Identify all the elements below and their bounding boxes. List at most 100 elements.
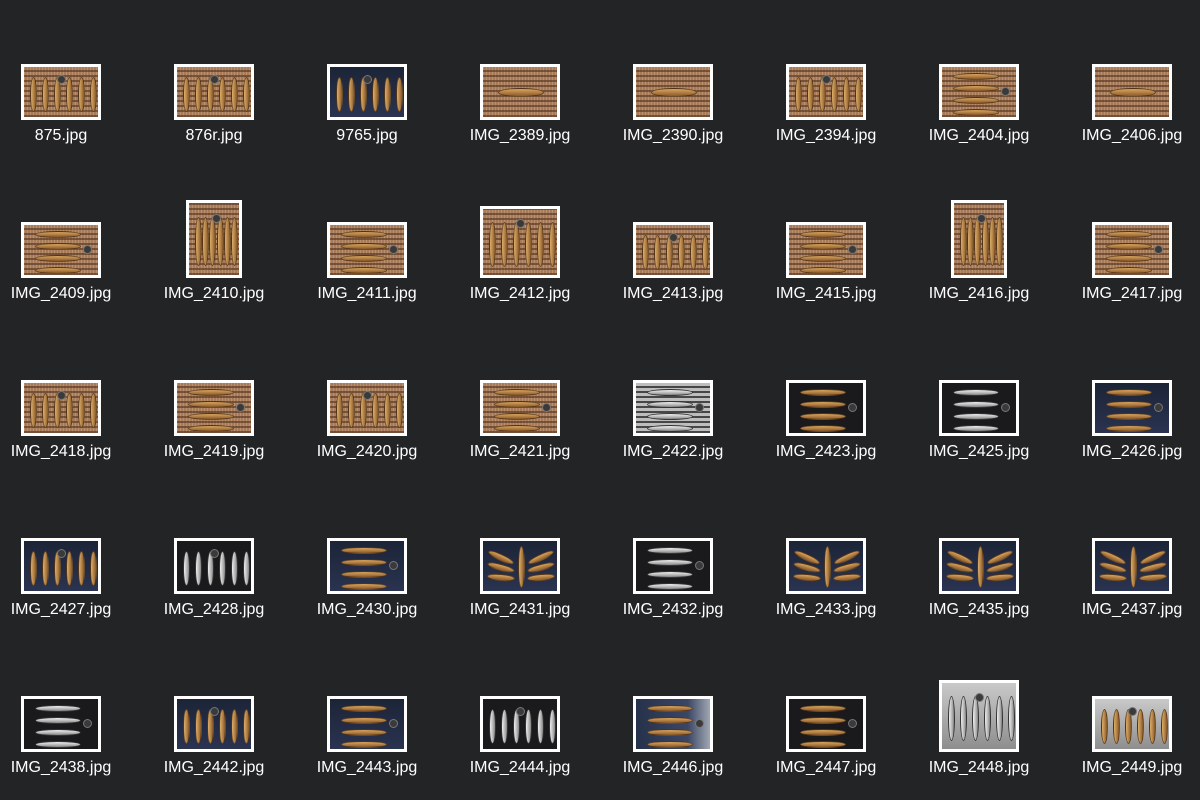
- file-item[interactable]: IMG_2442.jpg: [139, 696, 289, 800]
- file-item[interactable]: IMG_2446.jpg: [598, 696, 748, 800]
- file-item[interactable]: IMG_2420.jpg: [292, 380, 442, 506]
- image-thumbnail[interactable]: [327, 696, 407, 752]
- thumbnail-object: [341, 255, 388, 262]
- file-item[interactable]: IMG_2427.jpg: [0, 538, 136, 664]
- file-item[interactable]: IMG_2418.jpg: [0, 380, 136, 506]
- file-item[interactable]: IMG_2449.jpg: [1057, 696, 1200, 800]
- file-name-label: IMG_2446.jpg: [622, 759, 724, 776]
- file-item[interactable]: IMG_2444.jpg: [445, 696, 595, 800]
- thumbnail-object: [231, 77, 238, 112]
- file-name-label: 876r.jpg: [185, 127, 243, 144]
- thumbnail-object: [800, 705, 847, 712]
- file-item[interactable]: 9765.jpg: [292, 64, 442, 190]
- image-thumbnail[interactable]: [951, 200, 1007, 278]
- thumbnail-object: [57, 390, 67, 400]
- image-thumbnail[interactable]: [186, 200, 242, 278]
- image-thumbnail[interactable]: [327, 380, 407, 436]
- image-thumbnail[interactable]: [786, 222, 866, 278]
- image-thumbnail[interactable]: [786, 538, 866, 594]
- file-name-label: IMG_2409.jpg: [10, 285, 112, 302]
- thumbnail-object: [800, 425, 847, 432]
- file-item[interactable]: IMG_2409.jpg: [0, 222, 136, 348]
- file-item[interactable]: IMG_2426.jpg: [1057, 380, 1200, 506]
- image-thumbnail[interactable]: [939, 380, 1019, 436]
- file-item[interactable]: IMG_2437.jpg: [1057, 538, 1200, 664]
- file-item[interactable]: 875.jpg: [0, 64, 136, 190]
- image-thumbnail[interactable]: [174, 380, 254, 436]
- thumbnail-object: [669, 232, 679, 242]
- file-item[interactable]: IMG_2438.jpg: [0, 696, 136, 800]
- file-item[interactable]: IMG_2390.jpg: [598, 64, 748, 190]
- file-item[interactable]: IMG_2443.jpg: [292, 696, 442, 800]
- image-thumbnail[interactable]: [939, 680, 1019, 752]
- file-item[interactable]: IMG_2416.jpg: [904, 200, 1054, 348]
- file-item[interactable]: IMG_2431.jpg: [445, 538, 595, 664]
- file-item[interactable]: IMG_2410.jpg: [139, 200, 289, 348]
- image-thumbnail[interactable]: [786, 64, 866, 120]
- image-thumbnail[interactable]: [174, 696, 254, 752]
- file-item[interactable]: IMG_2415.jpg: [751, 222, 901, 348]
- thumbnail-object: [1101, 709, 1108, 744]
- image-thumbnail[interactable]: [633, 380, 713, 436]
- file-item[interactable]: IMG_2447.jpg: [751, 696, 901, 800]
- thumbnail-object: [974, 217, 982, 267]
- image-thumbnail[interactable]: [1092, 538, 1172, 594]
- file-item[interactable]: IMG_2422.jpg: [598, 380, 748, 506]
- file-item[interactable]: IMG_2448.jpg: [904, 680, 1054, 800]
- image-thumbnail[interactable]: [633, 64, 713, 120]
- image-thumbnail[interactable]: [480, 206, 560, 278]
- image-thumbnail[interactable]: [633, 222, 713, 278]
- image-thumbnail[interactable]: [1092, 380, 1172, 436]
- file-item[interactable]: IMG_2430.jpg: [292, 538, 442, 664]
- image-thumbnail[interactable]: [174, 64, 254, 120]
- thumbnail-object: [494, 389, 541, 396]
- image-thumbnail[interactable]: [786, 380, 866, 436]
- image-thumbnail[interactable]: [786, 696, 866, 752]
- file-item[interactable]: IMG_2421.jpg: [445, 380, 595, 506]
- image-thumbnail[interactable]: [21, 222, 101, 278]
- image-thumbnail[interactable]: [633, 696, 713, 752]
- file-item[interactable]: IMG_2404.jpg: [904, 64, 1054, 190]
- thumbnail-object: [976, 546, 984, 588]
- thumbnail-object: [516, 218, 526, 228]
- image-thumbnail[interactable]: [1092, 696, 1172, 752]
- file-item[interactable]: IMG_2412.jpg: [445, 206, 595, 348]
- image-thumbnail[interactable]: [480, 380, 560, 436]
- thumbnail-object: [35, 729, 82, 736]
- file-item[interactable]: IMG_2413.jpg: [598, 222, 748, 348]
- file-item[interactable]: IMG_2425.jpg: [904, 380, 1054, 506]
- file-item[interactable]: IMG_2411.jpg: [292, 222, 442, 348]
- image-thumbnail[interactable]: [21, 380, 101, 436]
- file-item[interactable]: IMG_2406.jpg: [1057, 64, 1200, 190]
- image-thumbnail[interactable]: [21, 538, 101, 594]
- file-item[interactable]: IMG_2394.jpg: [751, 64, 901, 190]
- file-name-label: 9765.jpg: [336, 127, 398, 144]
- file-item[interactable]: IMG_2435.jpg: [904, 538, 1054, 664]
- image-thumbnail[interactable]: [327, 222, 407, 278]
- thumbnail-object: [195, 551, 202, 586]
- image-thumbnail[interactable]: [480, 64, 560, 120]
- image-thumbnail[interactable]: [174, 538, 254, 594]
- file-item[interactable]: IMG_2417.jpg: [1057, 222, 1200, 348]
- image-thumbnail[interactable]: [327, 64, 407, 120]
- image-thumbnail[interactable]: [1092, 64, 1172, 120]
- file-item[interactable]: IMG_2423.jpg: [751, 380, 901, 506]
- thumbnail-object: [981, 217, 989, 267]
- thumbnail-object: [795, 77, 802, 112]
- file-item[interactable]: 876r.jpg: [139, 64, 289, 190]
- image-thumbnail[interactable]: [480, 538, 560, 594]
- image-thumbnail[interactable]: [939, 64, 1019, 120]
- image-thumbnail[interactable]: [939, 538, 1019, 594]
- file-item[interactable]: IMG_2419.jpg: [139, 380, 289, 506]
- image-thumbnail[interactable]: [21, 64, 101, 120]
- image-thumbnail[interactable]: [327, 538, 407, 594]
- image-thumbnail[interactable]: [480, 696, 560, 752]
- file-name-label: IMG_2417.jpg: [1081, 285, 1183, 302]
- file-item[interactable]: IMG_2428.jpg: [139, 538, 289, 664]
- file-item[interactable]: IMG_2433.jpg: [751, 538, 901, 664]
- image-thumbnail[interactable]: [633, 538, 713, 594]
- file-item[interactable]: IMG_2389.jpg: [445, 64, 595, 190]
- image-thumbnail[interactable]: [1092, 222, 1172, 278]
- image-thumbnail[interactable]: [21, 696, 101, 752]
- file-item[interactable]: IMG_2432.jpg: [598, 538, 748, 664]
